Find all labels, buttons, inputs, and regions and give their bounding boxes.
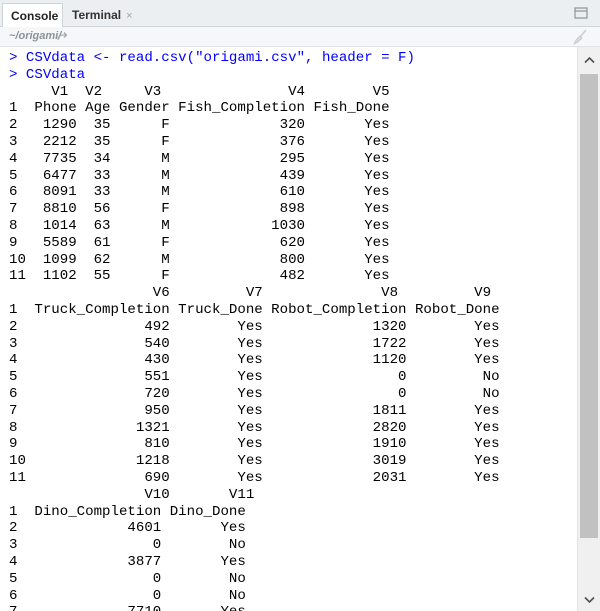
console-prompt: >	[9, 66, 26, 83]
pane-tab-bar: Console Terminal ×	[0, 0, 600, 28]
tab-terminal-label: Terminal	[72, 8, 122, 22]
go-to-directory-icon[interactable]	[57, 31, 69, 42]
minimize-pane-icon[interactable]	[574, 7, 588, 19]
tab-console-label: Console	[11, 9, 59, 23]
tab-terminal[interactable]: Terminal ×	[64, 3, 144, 27]
scroll-up-arrow-icon[interactable]	[584, 56, 595, 64]
vertical-scrollbar[interactable]	[577, 47, 600, 611]
tab-console[interactable]: Console	[2, 3, 63, 28]
scroll-down-arrow-icon[interactable]	[584, 596, 595, 604]
console-command: CSVdata	[25, 66, 86, 83]
scrollbar-thumb[interactable]	[580, 74, 598, 538]
console-output: V1 V2 V3 V4 V5 1 Phone Age Gender Fish_C…	[9, 83, 500, 611]
working-directory-path: ~/origami/	[9, 30, 62, 42]
console-text: > CSVdata <- read.csv("origami.csv", hea…	[0, 47, 577, 611]
working-directory-bar: ~/origami/	[0, 27, 600, 47]
close-icon[interactable]: ×	[126, 10, 132, 22]
console-output-area[interactable]: > CSVdata <- read.csv("origami.csv", hea…	[0, 47, 577, 611]
console-prompt: >	[9, 50, 26, 66]
clear-console-icon[interactable]	[572, 29, 588, 45]
console-command: CSVdata <- read.csv("origami.csv", heade…	[25, 50, 415, 66]
